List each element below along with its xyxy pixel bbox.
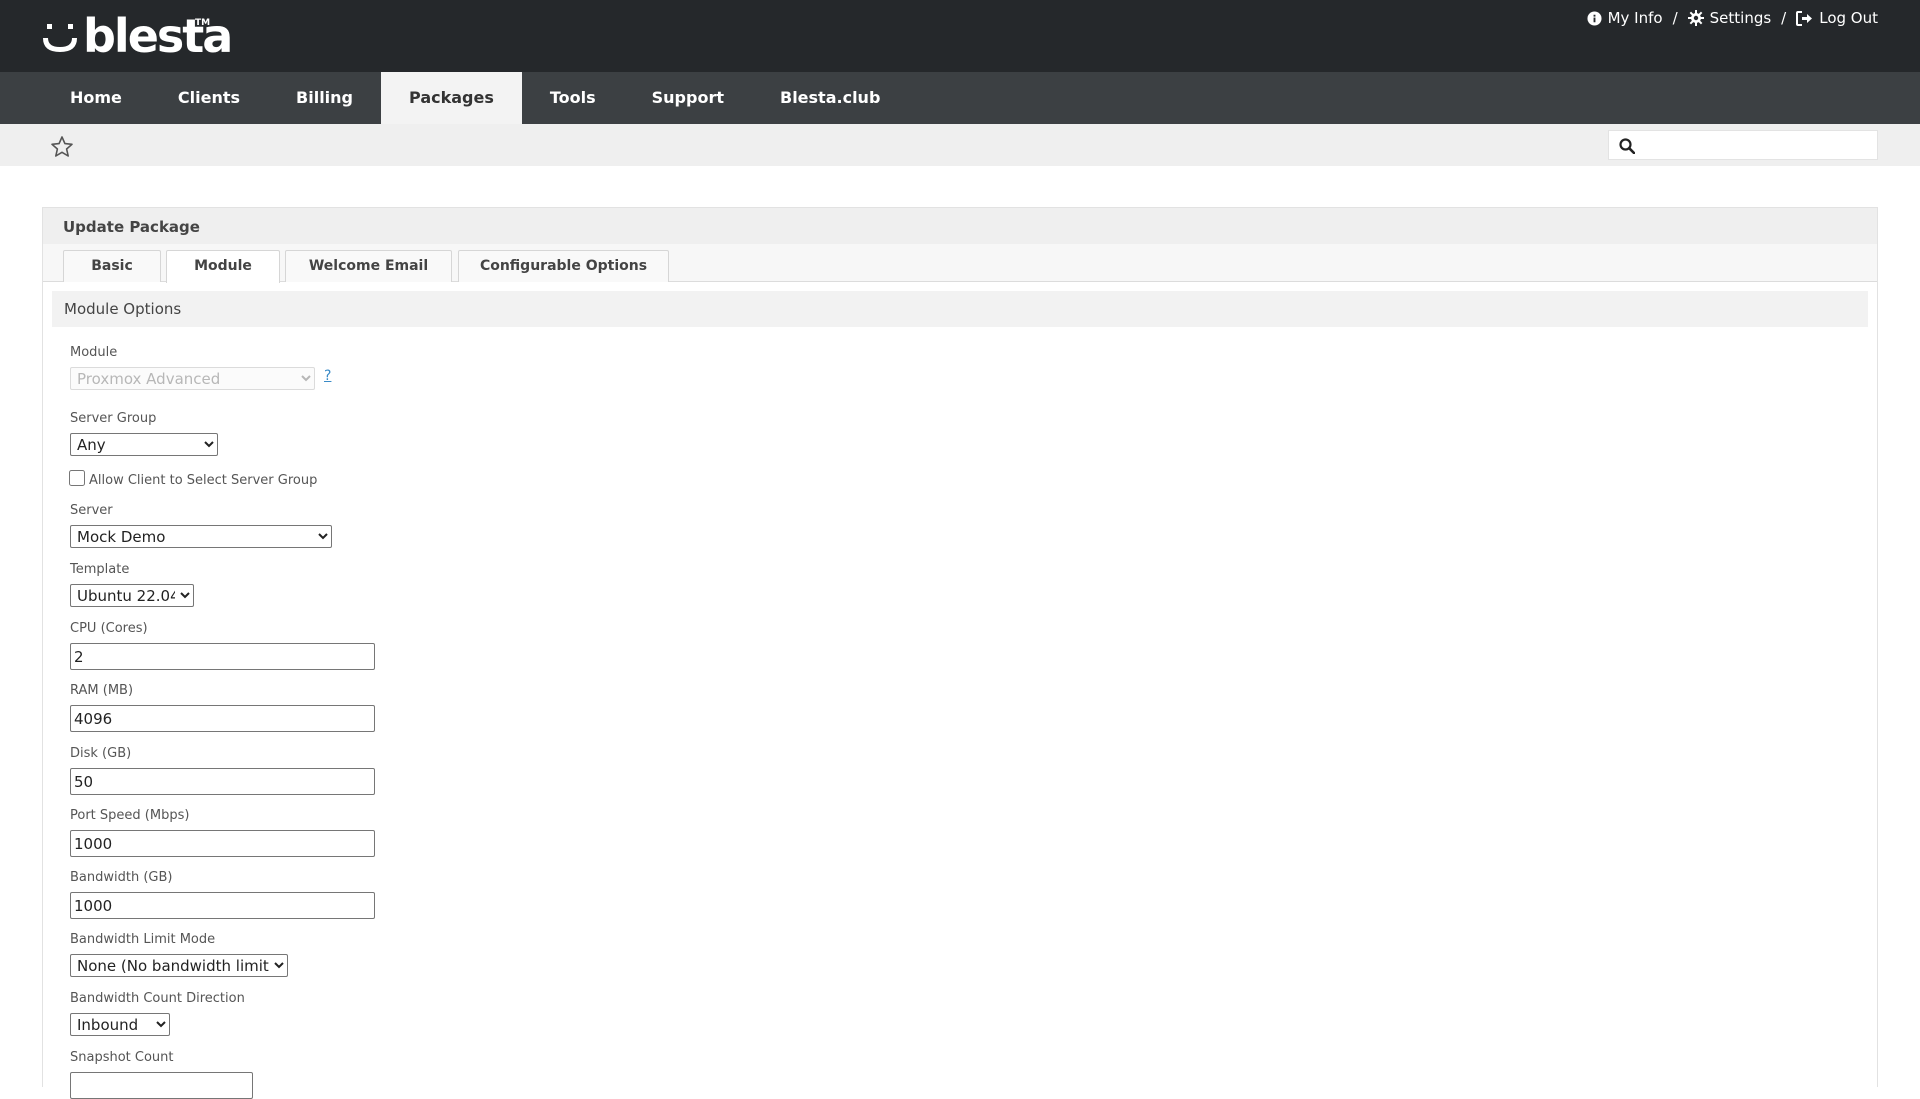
log-out-label: Log Out	[1819, 9, 1878, 27]
ram-label: RAM (MB)	[70, 683, 134, 698]
tab-strip: Basic Module Welcome Email Configurable …	[43, 244, 1877, 283]
module-label: Module	[70, 345, 118, 360]
port-speed-input[interactable]	[70, 830, 375, 857]
my-info-link[interactable]: My Info	[1587, 9, 1663, 27]
template-label: Template	[70, 562, 130, 577]
search-icon	[1619, 138, 1635, 154]
bandwidth-limit-mode-select[interactable]: None (No bandwidth limit)	[70, 954, 288, 977]
bandwidth-count-direction-select[interactable]: Inbound	[70, 1013, 170, 1036]
main-nav: Home Clients Billing Packages Tools Supp…	[0, 72, 1920, 124]
tab-configurable-options[interactable]: Configurable Options	[458, 250, 669, 282]
disk-label: Disk (GB)	[70, 746, 132, 761]
star-icon[interactable]	[50, 135, 74, 159]
settings-label: Settings	[1709, 9, 1772, 27]
bandwidth-limit-mode-label: Bandwidth Limit Mode	[70, 932, 216, 947]
bandwidth-count-direction-label: Bandwidth Count Direction	[70, 991, 245, 1006]
sign-out-icon	[1796, 10, 1813, 26]
snapshot-count-input[interactable]	[70, 1072, 253, 1099]
cpu-input[interactable]	[70, 643, 375, 670]
nav-clients[interactable]: Clients	[150, 72, 268, 124]
header-links: My Info / Settings / Log Out	[1587, 8, 1878, 28]
nav-home[interactable]: Home	[42, 72, 150, 124]
header-separator: /	[1672, 9, 1678, 27]
panel-header: Update Package	[43, 208, 1877, 245]
nav-blesta-club[interactable]: Blesta.club	[752, 72, 908, 124]
snapshot-count-label: Snapshot Count	[70, 1050, 174, 1065]
nav-support[interactable]: Support	[624, 72, 752, 124]
nav-packages[interactable]: Packages	[381, 72, 522, 124]
search-box[interactable]	[1608, 130, 1878, 160]
ram-input[interactable]	[70, 705, 375, 732]
server-group-select[interactable]: Any	[70, 433, 218, 456]
settings-link[interactable]: Settings	[1687, 9, 1772, 27]
blesta-smile-icon	[43, 24, 77, 52]
module-select[interactable]: Proxmox Advanced	[70, 367, 315, 390]
nav-tools[interactable]: Tools	[522, 72, 624, 124]
server-label: Server	[70, 503, 113, 518]
server-group-label: Server Group	[70, 411, 157, 426]
tab-basic[interactable]: Basic	[63, 250, 161, 282]
section-title-label: Module Options	[64, 300, 182, 318]
bandwidth-input[interactable]	[70, 892, 375, 919]
nav-billing[interactable]: Billing	[268, 72, 381, 124]
cpu-label: CPU (Cores)	[70, 621, 148, 636]
port-speed-label: Port Speed (Mbps)	[70, 808, 190, 823]
bandwidth-label: Bandwidth (GB)	[70, 870, 173, 885]
my-info-label: My Info	[1607, 9, 1663, 27]
section-title: Module Options	[52, 291, 1868, 327]
brand-trademark: TM	[195, 18, 211, 28]
tab-welcome-email[interactable]: Welcome Email	[285, 250, 452, 282]
header-separator: /	[1781, 9, 1787, 27]
template-select[interactable]: Ubuntu 22.04	[70, 584, 194, 607]
allow-client-group-checkbox[interactable]	[69, 470, 85, 486]
gear-icon	[1687, 10, 1704, 26]
search-input[interactable]	[1643, 134, 1875, 158]
log-out-link[interactable]: Log Out	[1796, 9, 1878, 27]
tab-module[interactable]: Module	[166, 250, 280, 283]
allow-client-group-label: Allow Client to Select Server Group	[89, 473, 318, 488]
server-select[interactable]: Mock Demo	[70, 525, 332, 548]
info-circle-icon	[1587, 10, 1602, 26]
module-help-link[interactable]: ?	[324, 368, 331, 384]
top-bar: blesta TM My Info / Settings / Log Out	[0, 0, 1920, 72]
panel-title: Update Package	[63, 218, 200, 236]
disk-input[interactable]	[70, 768, 375, 795]
